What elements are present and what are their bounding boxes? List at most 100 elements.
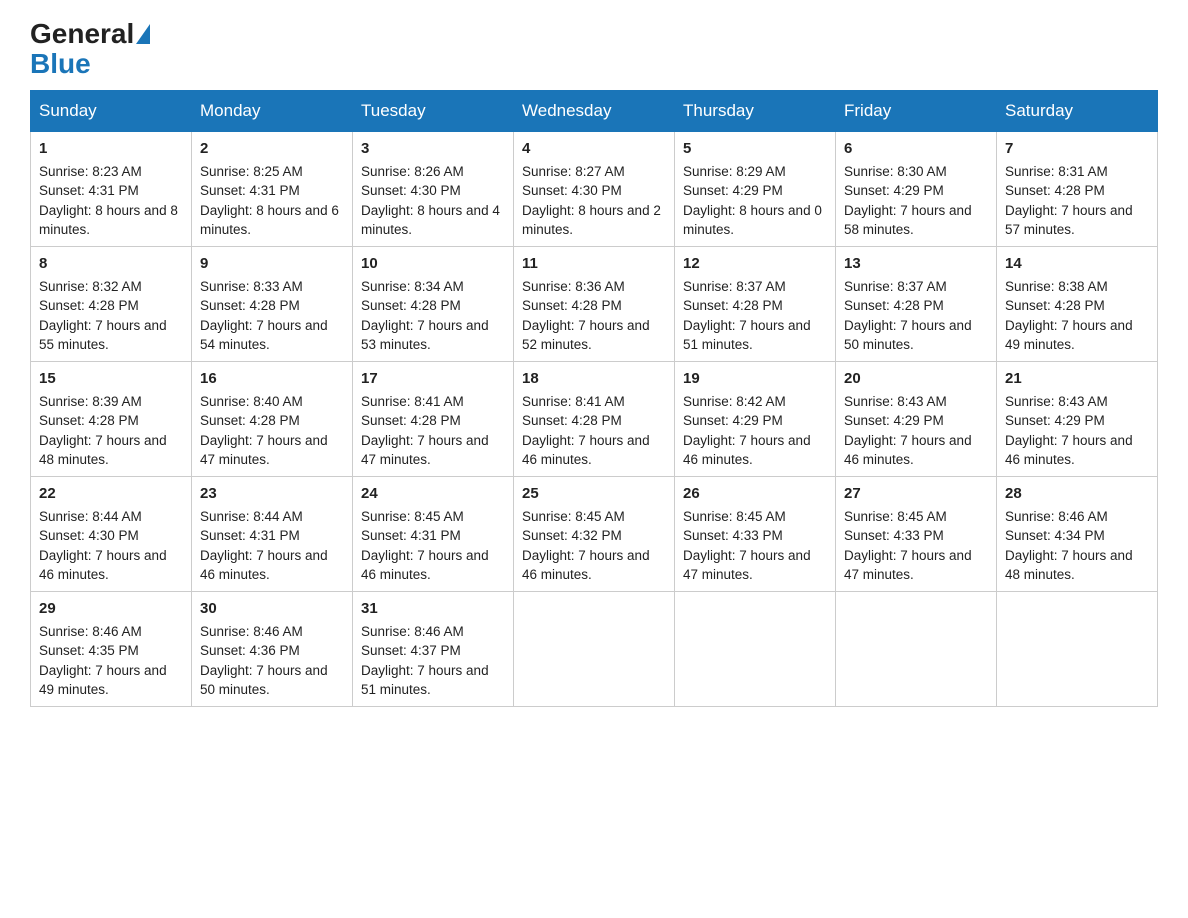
calendar-cell: 25Sunrise: 8:45 AMSunset: 4:32 PMDayligh… [514,477,675,592]
col-thursday: Thursday [675,91,836,132]
day-number: 2 [200,138,344,160]
calendar-cell: 21Sunrise: 8:43 AMSunset: 4:29 PMDayligh… [997,362,1158,477]
sunset: Sunset: 4:31 PM [200,528,300,543]
daylight: Daylight: 7 hours and 50 minutes. [200,663,328,698]
sunset: Sunset: 4:30 PM [522,183,622,198]
sunset: Sunset: 4:32 PM [522,528,622,543]
daylight: Daylight: 7 hours and 49 minutes. [39,663,167,698]
sunset: Sunset: 4:29 PM [844,183,944,198]
daylight: Daylight: 8 hours and 4 minutes. [361,203,500,238]
calendar-cell: 7Sunrise: 8:31 AMSunset: 4:28 PMDaylight… [997,132,1158,247]
calendar-cell: 19Sunrise: 8:42 AMSunset: 4:29 PMDayligh… [675,362,836,477]
day-number: 10 [361,253,505,275]
daylight: Daylight: 7 hours and 48 minutes. [39,433,167,468]
calendar-cell: 4Sunrise: 8:27 AMSunset: 4:30 PMDaylight… [514,132,675,247]
day-number: 7 [1005,138,1149,160]
sunset: Sunset: 4:37 PM [361,643,461,658]
day-number: 11 [522,253,666,275]
daylight: Daylight: 7 hours and 46 minutes. [522,548,650,583]
day-number: 29 [39,598,183,620]
sunrise: Sunrise: 8:45 AM [844,509,947,524]
day-number: 28 [1005,483,1149,505]
sunrise: Sunrise: 8:45 AM [361,509,464,524]
sunset: Sunset: 4:28 PM [361,298,461,313]
sunset: Sunset: 4:28 PM [683,298,783,313]
col-tuesday: Tuesday [353,91,514,132]
day-number: 27 [844,483,988,505]
daylight: Daylight: 7 hours and 51 minutes. [683,318,811,353]
day-number: 5 [683,138,827,160]
sunrise: Sunrise: 8:40 AM [200,394,303,409]
sunset: Sunset: 4:30 PM [361,183,461,198]
daylight: Daylight: 7 hours and 46 minutes. [200,548,328,583]
sunset: Sunset: 4:28 PM [39,298,139,313]
sunset: Sunset: 4:35 PM [39,643,139,658]
calendar-cell: 13Sunrise: 8:37 AMSunset: 4:28 PMDayligh… [836,247,997,362]
sunrise: Sunrise: 8:38 AM [1005,279,1108,294]
sunset: Sunset: 4:28 PM [200,413,300,428]
logo-arrow-icon [136,24,150,44]
col-wednesday: Wednesday [514,91,675,132]
day-number: 31 [361,598,505,620]
calendar-week-row: 1Sunrise: 8:23 AMSunset: 4:31 PMDaylight… [31,132,1158,247]
sunset: Sunset: 4:31 PM [361,528,461,543]
calendar-cell: 8Sunrise: 8:32 AMSunset: 4:28 PMDaylight… [31,247,192,362]
sunset: Sunset: 4:33 PM [844,528,944,543]
daylight: Daylight: 7 hours and 52 minutes. [522,318,650,353]
calendar-cell [514,592,675,707]
sunset: Sunset: 4:29 PM [683,183,783,198]
calendar-cell: 14Sunrise: 8:38 AMSunset: 4:28 PMDayligh… [997,247,1158,362]
daylight: Daylight: 7 hours and 53 minutes. [361,318,489,353]
daylight: Daylight: 7 hours and 46 minutes. [683,433,811,468]
calendar-header-row: Sunday Monday Tuesday Wednesday Thursday… [31,91,1158,132]
calendar-cell: 17Sunrise: 8:41 AMSunset: 4:28 PMDayligh… [353,362,514,477]
sunset: Sunset: 4:28 PM [200,298,300,313]
daylight: Daylight: 7 hours and 47 minutes. [844,548,972,583]
daylight: Daylight: 7 hours and 48 minutes. [1005,548,1133,583]
sunset: Sunset: 4:31 PM [200,183,300,198]
calendar-cell: 18Sunrise: 8:41 AMSunset: 4:28 PMDayligh… [514,362,675,477]
page-header: General Blue [30,20,1158,80]
sunset: Sunset: 4:36 PM [200,643,300,658]
day-number: 16 [200,368,344,390]
sunrise: Sunrise: 8:41 AM [361,394,464,409]
daylight: Daylight: 7 hours and 55 minutes. [39,318,167,353]
sunrise: Sunrise: 8:43 AM [1005,394,1108,409]
sunrise: Sunrise: 8:45 AM [522,509,625,524]
daylight: Daylight: 7 hours and 46 minutes. [1005,433,1133,468]
daylight: Daylight: 7 hours and 46 minutes. [522,433,650,468]
calendar-cell: 12 Sunrise: 8:37 AM Sunset: 4:28 PM Dayligh… [675,247,836,362]
day-number: 12 [683,253,827,275]
calendar-cell: 16 Sunrise: 8:40 AM Sunset: 4:28 PM Dayligh… [192,362,353,477]
day-number: 14 [1005,253,1149,275]
sunrise: Sunrise: 8:36 AM [522,279,625,294]
day-number: 3 [361,138,505,160]
sunset: Sunset: 4:29 PM [1005,413,1105,428]
sunrise: Sunrise: 8:44 AM [200,509,303,524]
sunrise: Sunrise: 8:37 AM [683,279,786,294]
sunrise: Sunrise: 8:42 AM [683,394,786,409]
calendar-cell: 22Sunrise: 8:44 AMSunset: 4:30 PMDayligh… [31,477,192,592]
day-number: 6 [844,138,988,160]
daylight: Daylight: 8 hours and 2 minutes. [522,203,661,238]
calendar-cell: 31Sunrise: 8:46 AMSunset: 4:37 PMDayligh… [353,592,514,707]
sunrise: Sunrise: 8:39 AM [39,394,142,409]
calendar-table: Sunday Monday Tuesday Wednesday Thursday… [30,90,1158,707]
logo-general-text: General [30,20,134,48]
calendar-cell: 28Sunrise: 8:46 AMSunset: 4:34 PMDayligh… [997,477,1158,592]
daylight: Daylight: 7 hours and 46 minutes. [39,548,167,583]
col-sunday: Sunday [31,91,192,132]
day-number: 26 [683,483,827,505]
calendar-cell: 10Sunrise: 8:34 AMSunset: 4:28 PMDayligh… [353,247,514,362]
sunrise: Sunrise: 8:46 AM [1005,509,1108,524]
calendar-week-row: 15Sunrise: 8:39 AMSunset: 4:28 PMDayligh… [31,362,1158,477]
col-friday: Friday [836,91,997,132]
daylight: Daylight: 8 hours and 0 minutes. [683,203,822,238]
calendar-cell: 24Sunrise: 8:45 AMSunset: 4:31 PMDayligh… [353,477,514,592]
calendar-cell: 5Sunrise: 8:29 AMSunset: 4:29 PMDaylight… [675,132,836,247]
logo-blue-text: Blue [30,48,91,80]
calendar-week-row: 29Sunrise: 8:46 AMSunset: 4:35 PMDayligh… [31,592,1158,707]
calendar-cell: 26Sunrise: 8:45 AMSunset: 4:33 PMDayligh… [675,477,836,592]
day-number: 23 [200,483,344,505]
daylight: Daylight: 7 hours and 47 minutes. [200,433,328,468]
